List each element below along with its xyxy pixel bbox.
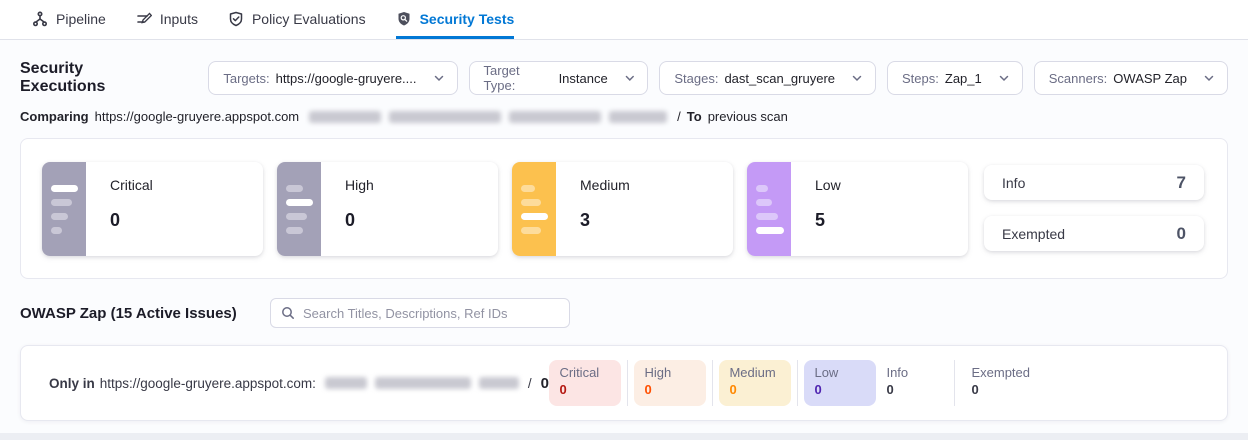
search-icon: [281, 306, 295, 320]
comparing-to-label: To: [687, 109, 702, 124]
badge-medium: Medium 0: [719, 360, 791, 406]
info-label: Info: [1002, 175, 1025, 191]
low-severity-icon: [747, 162, 791, 256]
chevron-down-icon: [624, 72, 636, 84]
tab-label: Pipeline: [56, 11, 106, 27]
redacted-text: [325, 377, 519, 389]
issue-group-separator: /: [528, 376, 532, 391]
severity-card-low: Low 5: [747, 162, 968, 256]
info-exempted-column: Info 7 Exempted 0: [984, 162, 1204, 254]
search-input[interactable]: [303, 306, 559, 321]
severity-count: 5: [815, 210, 841, 231]
tab-label: Policy Evaluations: [252, 11, 366, 27]
severity-count: 0: [110, 210, 153, 231]
chevron-down-icon: [851, 72, 863, 84]
issue-group-row[interactable]: Only in https://google-gruyere.appspot.c…: [20, 345, 1228, 421]
badge-exempted: Exempted 0: [961, 360, 1033, 406]
severity-label: Medium: [580, 177, 630, 193]
divider: [797, 360, 798, 406]
chevron-down-icon: [433, 72, 445, 84]
tab-bar: Pipeline Inputs Policy Evaluations Secur…: [0, 0, 1248, 40]
severity-label: High: [345, 177, 374, 193]
dropdown-label: Steps:: [902, 71, 939, 86]
exempted-count: 0: [1177, 224, 1186, 244]
info-card: Info 7: [984, 165, 1204, 200]
dropdown-label: Stages:: [674, 71, 718, 86]
dropdown-value: https://google-gruyere....: [276, 71, 417, 86]
pipeline-icon: [32, 11, 48, 27]
comparing-label: Comparing: [20, 109, 89, 124]
comparing-line: Comparing https://google-gruyere.appspot…: [20, 109, 1228, 124]
medium-severity-icon: [512, 162, 556, 256]
issue-group-url: https://google-gruyere.appspot.com:: [100, 376, 316, 391]
dropdown-value: dast_scan_gruyere: [724, 71, 835, 86]
exempted-label: Exempted: [1002, 226, 1065, 242]
redacted-text: [309, 111, 667, 123]
dropdown-value: Instance: [559, 71, 608, 86]
scanner-section-title: OWASP Zap (15 Active Issues): [20, 305, 270, 322]
tab-label: Security Tests: [420, 11, 515, 27]
scanners-dropdown[interactable]: Scanners: OWASP Zap: [1034, 61, 1228, 95]
targets-dropdown[interactable]: Targets: https://google-gruyere....: [208, 61, 457, 95]
divider: [954, 360, 955, 406]
chevron-down-icon: [1203, 72, 1215, 84]
tab-inputs[interactable]: Inputs: [136, 0, 198, 39]
issue-group-text: Only in https://google-gruyere.appspot.c…: [49, 375, 563, 392]
severity-card-medium: Medium 3: [512, 162, 733, 256]
severity-badges: Critical 0 High 0 Medium 0 Low 0 Info 0: [549, 360, 1033, 406]
critical-severity-icon: [42, 162, 86, 256]
tab-policy-evaluations[interactable]: Policy Evaluations: [228, 0, 366, 39]
exempted-card: Exempted 0: [984, 216, 1204, 251]
chevron-down-icon: [998, 72, 1010, 84]
shield-search-icon: [396, 11, 412, 27]
tab-label: Inputs: [160, 11, 198, 27]
badge-high: High 0: [634, 360, 706, 406]
inputs-icon: [136, 11, 152, 27]
severity-card-critical: Critical 0: [42, 162, 263, 256]
severity-label: Critical: [110, 177, 153, 193]
dropdown-value: Zap_1: [945, 71, 982, 86]
security-tests-panel: Security Executions Targets: https://goo…: [0, 40, 1248, 433]
page-title: Security Executions: [20, 60, 170, 96]
comparing-url: https://google-gruyere.appspot.com: [95, 109, 300, 124]
filters-row: Security Executions Targets: https://goo…: [20, 40, 1228, 96]
divider: [712, 360, 713, 406]
issues-search-box[interactable]: [270, 298, 570, 328]
comparing-separator: /: [677, 109, 681, 124]
badge-critical: Critical 0: [549, 360, 621, 406]
dropdown-value: OWASP Zap: [1113, 71, 1187, 86]
shield-check-icon: [228, 11, 244, 27]
severity-card-high: High 0: [277, 162, 498, 256]
badge-info: Info 0: [876, 360, 948, 406]
severity-count: 3: [580, 210, 630, 231]
info-count: 7: [1177, 173, 1186, 193]
severity-count: 0: [345, 210, 374, 231]
stages-dropdown[interactable]: Stages: dast_scan_gruyere: [659, 61, 876, 95]
tab-security-tests[interactable]: Security Tests: [396, 0, 515, 39]
severity-label: Low: [815, 177, 841, 193]
dropdown-label: Scanners:: [1049, 71, 1108, 86]
tab-pipeline[interactable]: Pipeline: [32, 0, 106, 39]
severity-summary-card: Critical 0 High 0: [20, 138, 1228, 279]
badge-low: Low 0: [804, 360, 876, 406]
target-type-dropdown[interactable]: Target Type: Instance: [469, 61, 649, 95]
only-in-label: Only in: [49, 376, 95, 391]
comparing-to-value: previous scan: [708, 109, 788, 124]
divider: [627, 360, 628, 406]
dropdown-label: Target Type:: [484, 63, 553, 93]
dropdown-label: Targets:: [223, 71, 269, 86]
steps-dropdown[interactable]: Steps: Zap_1: [887, 61, 1023, 95]
high-severity-icon: [277, 162, 321, 256]
issues-section-header: OWASP Zap (15 Active Issues): [20, 298, 1228, 328]
